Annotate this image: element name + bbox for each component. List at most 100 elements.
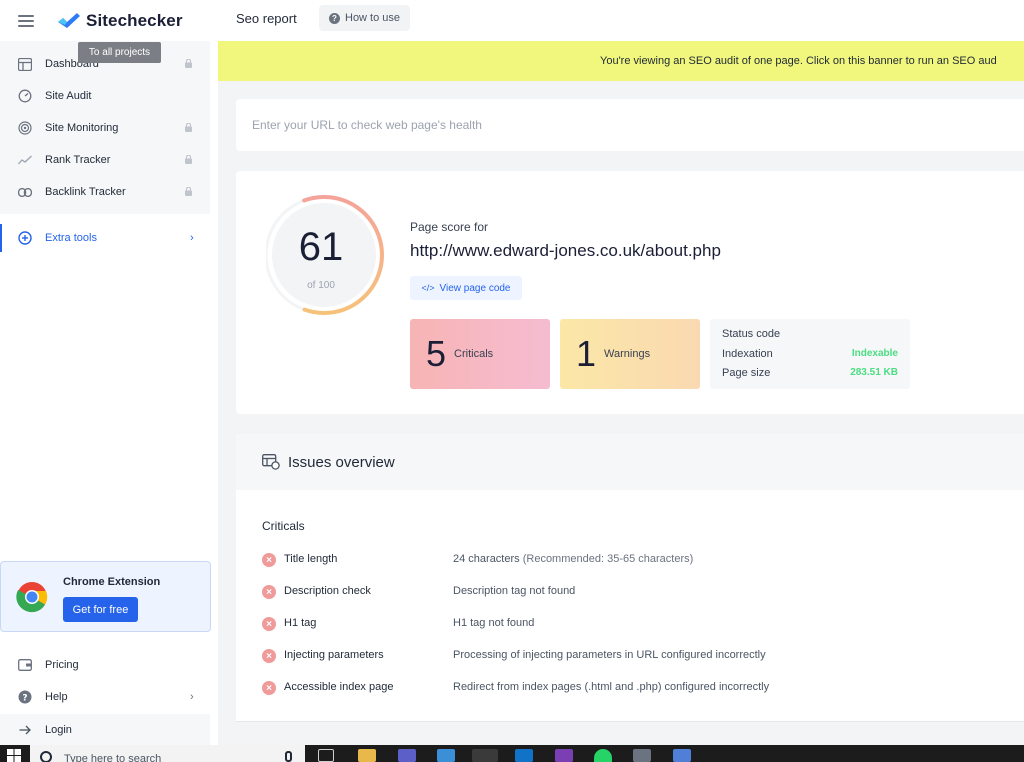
issue-row[interactable]: × Injecting parameters Processing of inj…: [262, 647, 1022, 665]
indexation-value: Indexable: [851, 348, 898, 359]
chrome-logo-icon: [16, 582, 48, 613]
issue-row[interactable]: × H1 tag H1 tag not found: [262, 615, 1022, 633]
help-circle-icon: ?: [329, 12, 340, 24]
sidebar-item-help[interactable]: ? Help ›: [0, 683, 210, 711]
sidebar-item-label: Backlink Tracker: [45, 186, 126, 198]
issue-name: Title length: [284, 553, 338, 565]
criticals-label: Criticals: [454, 348, 494, 360]
status-code-label: Status code: [722, 328, 781, 340]
critical-x-icon: ×: [262, 585, 276, 599]
teams-icon[interactable]: [398, 749, 416, 762]
page-title: Seo report: [236, 11, 297, 26]
chrome-extension-title: Chrome Extension: [63, 576, 161, 588]
help-label: Help: [45, 691, 68, 703]
logo-check-icon: [58, 12, 80, 28]
sidebar-item-login[interactable]: Login: [0, 714, 210, 745]
issue-name: H1 tag: [284, 617, 317, 629]
task-view-icon[interactable]: [318, 749, 334, 762]
view-code-label: View page code: [439, 282, 511, 294]
issue-description: H1 tag not found: [453, 617, 535, 629]
seo-audit-banner[interactable]: You're viewing an SEO audit of one page.…: [218, 41, 1024, 81]
microphone-icon[interactable]: [285, 751, 292, 762]
page-size-label: Page size: [722, 367, 771, 379]
url-input-card: [236, 99, 1024, 151]
criticals-heading: Criticals: [262, 519, 305, 533]
link-icon: [18, 185, 32, 199]
app-icon[interactable]: [673, 749, 691, 762]
warnings-box[interactable]: 1 Warnings: [560, 319, 700, 389]
issues-overview-title: Issues overview: [288, 453, 395, 471]
top-bar: Sitechecker Seo report ? How to use: [0, 0, 1024, 41]
issues-overview-header[interactable]: Issues overview: [236, 434, 1024, 490]
search-icon: [40, 751, 52, 762]
issue-description: Description tag not found: [453, 585, 576, 597]
issue-row[interactable]: × Title length 24 characters (Recommende…: [262, 551, 1022, 569]
chevron-right-icon: ›: [190, 691, 194, 703]
critical-x-icon: ×: [262, 649, 276, 663]
get-for-free-button[interactable]: Get for free: [63, 597, 138, 622]
lock-icon: [185, 59, 192, 68]
score-of-label: of 100: [307, 280, 335, 291]
issue-row[interactable]: × Description check Description tag not …: [262, 583, 1022, 601]
issue-recommendation: (Recommended: 35-65 characters): [522, 553, 694, 565]
sidebar-item-pricing[interactable]: Pricing: [0, 651, 210, 679]
issue-row[interactable]: × Accessible index page Redirect from in…: [262, 679, 1022, 697]
issue-name: Injecting parameters: [284, 649, 384, 661]
lock-icon: [185, 187, 192, 196]
file-explorer-icon[interactable]: [358, 749, 376, 762]
active-indicator: [0, 224, 2, 252]
sidebar: Dashboard Site Audit Site Monitoring Ran…: [0, 41, 218, 745]
tool-icon[interactable]: [633, 749, 651, 762]
plus-circle-icon: [18, 231, 32, 245]
dashboard-icon: [18, 57, 32, 71]
how-to-use-button[interactable]: ? How to use: [319, 5, 411, 31]
hamburger-menu-icon[interactable]: [18, 14, 34, 27]
sidebar-item-site-monitoring[interactable]: Site Monitoring: [0, 116, 210, 140]
issue-name: Description check: [284, 585, 371, 597]
trend-line-icon: [18, 153, 32, 167]
sidebar-item-extra-tools[interactable]: Extra tools ›: [0, 224, 210, 252]
indexation-label: Indexation: [722, 348, 773, 360]
criticals-box[interactable]: 5 Criticals: [410, 319, 550, 389]
lock-icon: [185, 123, 192, 132]
svg-text:?: ?: [22, 694, 27, 704]
chevron-right-icon: ›: [190, 232, 194, 244]
brand-name: Sitechecker: [86, 10, 183, 30]
lock-icon: [185, 155, 192, 164]
issue-description: Processing of injecting parameters in UR…: [453, 649, 766, 661]
issue-description: Redirect from index pages (.html and .ph…: [453, 681, 770, 693]
score-value: 61: [298, 225, 344, 269]
critical-x-icon: ×: [262, 553, 276, 567]
sidebar-item-rank-tracker[interactable]: Rank Tracker: [0, 148, 210, 172]
sidebar-item-label: Site Audit: [45, 90, 92, 102]
issues-list: Criticals × Title length 24 characters (…: [236, 490, 1024, 722]
whatsapp-icon[interactable]: [594, 749, 612, 762]
status-code-row: Status code: [722, 328, 898, 340]
windows-start-icon[interactable]: [7, 749, 21, 762]
issue-description: 24 characters (Recommended: 35-65 charac…: [453, 553, 693, 565]
issues-table-icon: [262, 454, 280, 470]
help-circle-icon: ?: [18, 690, 32, 704]
chrome-taskbar-icon[interactable]: [472, 749, 498, 762]
nav-group: Dashboard Site Audit Site Monitoring Ran…: [0, 41, 210, 214]
url-input[interactable]: [252, 115, 952, 135]
logo[interactable]: Sitechecker: [57, 11, 183, 31]
photos-icon[interactable]: [437, 749, 455, 762]
warnings-label: Warnings: [604, 348, 651, 360]
warnings-count: 1: [576, 333, 597, 374]
view-page-code-button[interactable]: </> View page code: [410, 276, 522, 300]
critical-x-icon: ×: [262, 617, 276, 631]
indexation-row: Indexation Indexable: [722, 348, 898, 360]
login-label: Login: [45, 723, 72, 736]
taskbar-search[interactable]: Type here to search: [30, 745, 305, 762]
sidebar-item-label: Rank Tracker: [45, 154, 111, 166]
outlook-icon[interactable]: [515, 749, 533, 762]
windows-taskbar: Type here to search: [0, 745, 1024, 762]
sidebar-item-site-audit[interactable]: Site Audit: [0, 84, 210, 108]
criticals-count: 5: [426, 333, 447, 374]
issue-name: Accessible index page: [284, 681, 394, 693]
onenote-icon[interactable]: [555, 749, 573, 762]
page-size-row: Page size 283.51 KB: [722, 367, 898, 379]
page-score-label: Page score for: [410, 220, 489, 234]
sidebar-item-backlink-tracker[interactable]: Backlink Tracker: [0, 180, 210, 204]
